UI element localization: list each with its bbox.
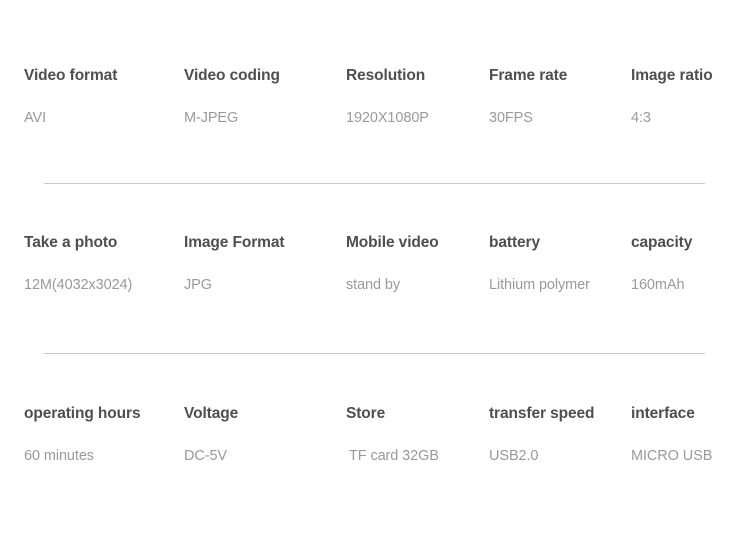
spec-header-interface: interface bbox=[631, 405, 695, 422]
spec-header-row: Video format Video coding Resolution Fra… bbox=[0, 67, 750, 91]
spec-header-image-ratio: Image ratio bbox=[631, 67, 713, 84]
spec-value-battery: Lithium polymer bbox=[489, 277, 590, 293]
spec-header-voltage: Voltage bbox=[184, 405, 239, 422]
spec-value-image-format: JPG bbox=[184, 277, 212, 293]
spec-value-row: AVI M-JPEG 1920X1080P 30FPS 4:3 bbox=[0, 110, 750, 134]
section-divider-1 bbox=[44, 183, 705, 184]
spec-header-operating-hours: operating hours bbox=[24, 405, 141, 422]
spec-value-video-format: AVI bbox=[24, 110, 46, 126]
section-divider-2 bbox=[44, 353, 705, 354]
spec-header-transfer-speed: transfer speed bbox=[489, 405, 595, 422]
spec-sheet: Video format Video coding Resolution Fra… bbox=[0, 0, 750, 549]
spec-header-frame-rate: Frame rate bbox=[489, 67, 568, 84]
spec-value-take-a-photo: 12M(4032x3024) bbox=[24, 277, 133, 293]
spec-header-image-format: Image Format bbox=[184, 234, 285, 251]
spec-header-mobile-video: Mobile video bbox=[346, 234, 439, 251]
spec-header-battery: battery bbox=[489, 234, 540, 251]
spec-value-mobile-video: stand by bbox=[346, 277, 401, 293]
spec-header-video-coding: Video coding bbox=[184, 67, 280, 84]
spec-header-resolution: Resolution bbox=[346, 67, 426, 84]
spec-block-video-specs: Video format Video coding Resolution Fra… bbox=[0, 67, 750, 134]
spec-header-store: Store bbox=[346, 405, 386, 422]
spec-value-frame-rate: 30FPS bbox=[489, 110, 533, 126]
spec-header-take-a-photo: Take a photo bbox=[24, 234, 118, 251]
spec-value-interface: MICRO USB bbox=[631, 448, 713, 464]
spec-header-video-format: Video format bbox=[24, 67, 118, 84]
spec-value-operating-hours: 60 minutes bbox=[24, 448, 94, 464]
spec-header-row: Take a photo Image Format Mobile video b… bbox=[0, 234, 750, 258]
spec-header-row: operating hours Voltage Store transfer s… bbox=[0, 405, 750, 429]
spec-header-capacity: capacity bbox=[631, 234, 693, 251]
spec-value-voltage: DC-5V bbox=[184, 448, 228, 464]
spec-value-capacity: 160mAh bbox=[631, 277, 685, 293]
spec-block-operation-storage-specs: operating hours Voltage Store transfer s… bbox=[0, 405, 750, 472]
spec-block-photo-power-specs: Take a photo Image Format Mobile video b… bbox=[0, 234, 750, 301]
spec-value-resolution: 1920X1080P bbox=[346, 110, 429, 126]
spec-value-row: 60 minutes DC-5V TF card 32GB USB2.0 MIC… bbox=[0, 448, 750, 472]
spec-value-transfer-speed: USB2.0 bbox=[489, 448, 539, 464]
spec-value-image-ratio: 4:3 bbox=[631, 110, 651, 126]
spec-value-store: TF card 32GB bbox=[349, 448, 439, 464]
spec-value-video-coding: M-JPEG bbox=[184, 110, 239, 126]
spec-value-row: 12M(4032x3024) JPG stand by Lithium poly… bbox=[0, 277, 750, 301]
